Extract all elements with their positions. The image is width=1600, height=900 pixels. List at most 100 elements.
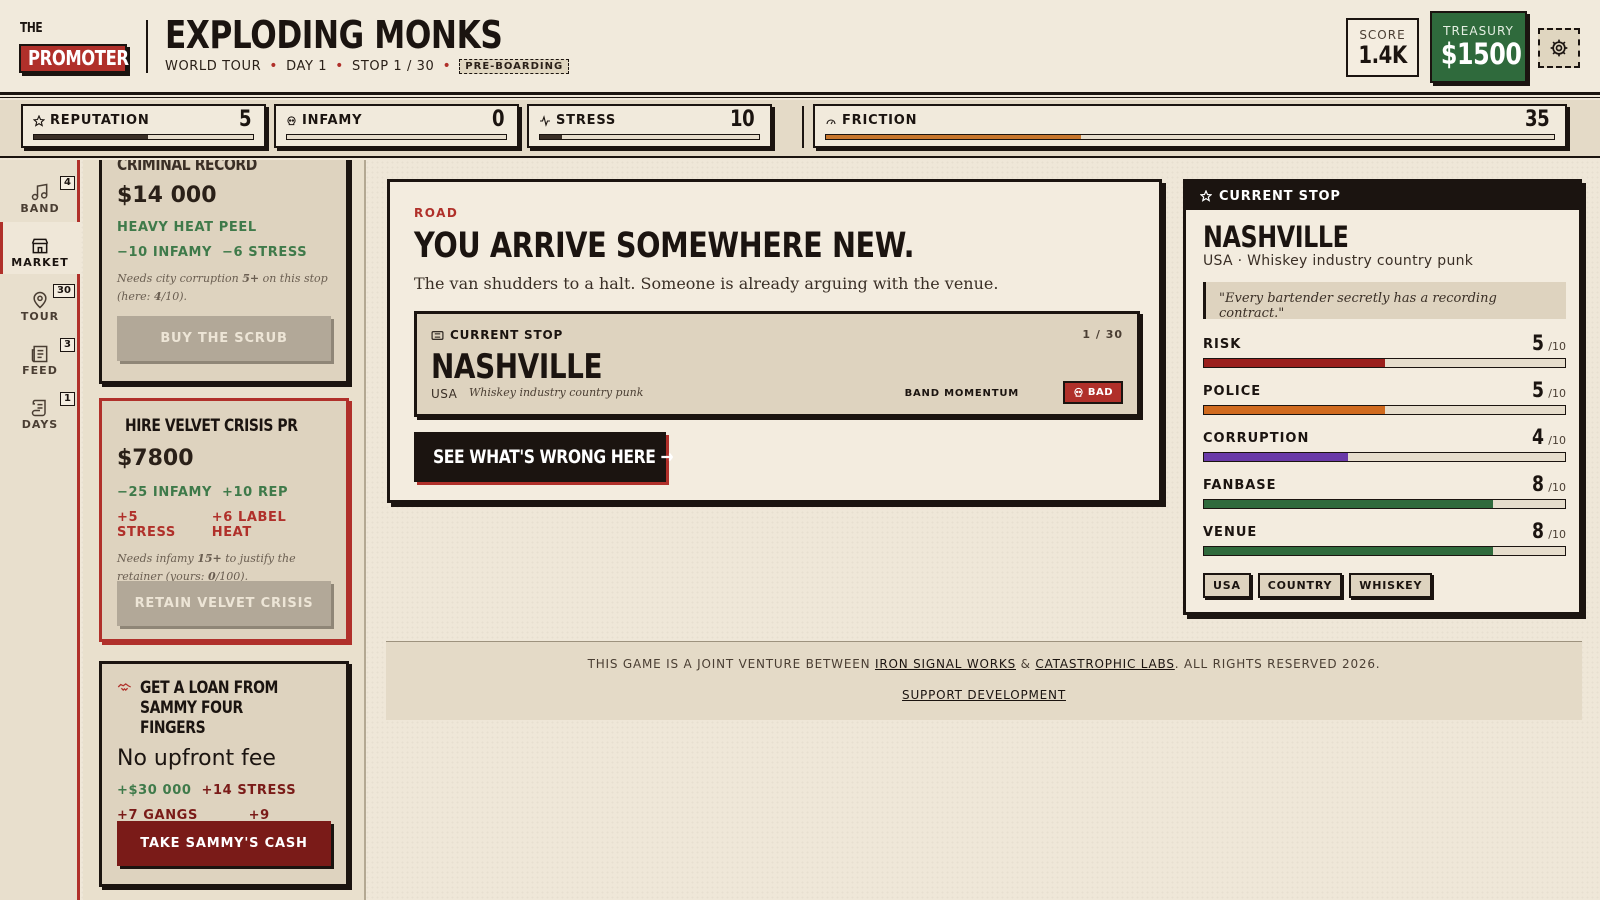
meter-fill <box>34 135 148 139</box>
meter-value: 35 <box>1525 107 1550 132</box>
side-nav: 4 BAND MARKET 30 TOUR 3 FEED 1 DAYS <box>0 160 80 900</box>
meters-bar: REPUTATION 5 INFAMY 0 STRESS 10 FRICTION… <box>0 100 1600 158</box>
card-title: GET A LOAN FROM SAMMY FOUR FINGERS <box>139 678 278 738</box>
city-quote: "Every bartender secretly has a recordin… <box>1203 282 1566 321</box>
stop-city: NASHVILLE <box>431 347 603 387</box>
iron-signal-works-link[interactable]: IRON SIGNAL WORKS <box>875 657 1016 671</box>
meter-fill <box>826 135 1081 139</box>
stat-fill <box>1204 359 1385 367</box>
market-card-criminal-record: CRIMINAL RECORD $14 000 HEAVY HEAT PEEL … <box>99 160 349 384</box>
effect-stress: +14 STRESS <box>201 783 297 798</box>
settings-button[interactable] <box>1538 28 1580 68</box>
stat-fill <box>1204 547 1493 555</box>
nav-days[interactable]: 1 DAYS <box>0 384 80 436</box>
catastrophic-labs-link[interactable]: CATASTROPHIC LABS <box>1035 657 1174 671</box>
event-description: The van shudders to a halt. Someone is a… <box>414 274 999 293</box>
panel-title: CURRENT STOP <box>1219 188 1341 204</box>
card-price: No upfront fee <box>117 746 276 771</box>
stat-name: VENUE <box>1203 525 1258 540</box>
momentum-value: BAD <box>1087 387 1114 398</box>
music-icon <box>31 183 48 201</box>
bullet-icon: • <box>269 58 279 74</box>
market-column: CRIMINAL RECORD $14 000 HEAVY HEAT PEEL … <box>83 160 366 900</box>
nav-label: BAND <box>20 202 60 215</box>
road-event-panel: ROAD YOU ARRIVE SOMEWHERE NEW. The van s… <box>387 179 1162 503</box>
current-stop-card: CURRENT STOP 1 / 30 NASHVILLE USA Whiske… <box>414 311 1140 417</box>
stop-country: USA <box>431 387 458 401</box>
treasury-value: $1500 <box>1440 37 1522 71</box>
bullet-icon: • <box>442 58 452 74</box>
score-box: SCORE 1.4K <box>1346 18 1419 77</box>
market-card-sammy-loan: GET A LOAN FROM SAMMY FOUR FINGERS No up… <box>99 661 349 887</box>
footer: THIS GAME IS A JOINT VENTURE BETWEEN IRO… <box>386 641 1582 720</box>
tag: USA <box>1203 573 1251 598</box>
card-title: CRIMINAL RECORD <box>117 160 257 175</box>
logo-badge: PROMOTER <box>19 44 129 73</box>
stat-name: RISK <box>1203 337 1242 352</box>
header-divider <box>146 20 148 73</box>
tag: COUNTRY <box>1257 573 1343 598</box>
card-effect: HEAVY HEAT PEEL <box>117 220 331 235</box>
effect-label-heat: +6 LABEL HEAT <box>211 510 287 540</box>
support-development-link[interactable]: SUPPORT DEVELOPMENT <box>902 688 1066 702</box>
nav-label: MARKET <box>11 256 69 269</box>
footer-text: & <box>1016 657 1036 671</box>
stop-count: 1 / 30 <box>1082 328 1123 341</box>
map-pin-icon <box>33 291 47 309</box>
score-value: 1.4K <box>1358 41 1407 69</box>
logo-promoter: PROMOTER <box>28 46 129 70</box>
tour-day: DAY 1 <box>286 58 328 74</box>
stat-max: /10 <box>1548 481 1566 494</box>
meter-value: 5 <box>239 107 252 132</box>
meter-value: 0 <box>492 107 505 132</box>
tour-label: WORLD TOUR <box>165 58 262 74</box>
card-effects: −25 INFAMY +10 REP <box>117 485 331 500</box>
card-title: HIRE VELVET CRISIS PR <box>125 416 298 436</box>
treasury-box: TREASURY $1500 <box>1430 11 1527 83</box>
star-icon <box>33 114 45 127</box>
nav-band[interactable]: 4 BAND <box>0 168 80 220</box>
stat-corruption: CORRUPTION 4/10 <box>1203 425 1566 462</box>
current-stop-panel: CURRENT STOP NASHVILLE USA · Whiskey ind… <box>1183 179 1582 615</box>
cta-label: SEE WHAT'S WRONG HERE → <box>433 446 674 468</box>
stat-track <box>1203 358 1566 368</box>
take-sammys-cash-button[interactable]: TAKE SAMMY'S CASH <box>117 821 331 866</box>
bullet-icon: • <box>335 58 344 74</box>
nav-tour[interactable]: 30 TOUR <box>0 276 80 328</box>
retain-velvet-crisis-button[interactable]: RETAIN VELVET CRISIS <box>117 581 331 626</box>
effect-cash: +$30 000 <box>117 783 192 798</box>
nav-market[interactable]: MARKET <box>0 222 80 274</box>
effect-rep: +10 REP <box>222 485 289 500</box>
event-headline: YOU ARRIVE SOMEWHERE NEW. <box>414 226 915 266</box>
market-card-velvet-crisis: HIRE VELVET CRISIS PR $7800 −25 INFAMY +1… <box>99 398 349 642</box>
handshake-icon <box>117 683 131 691</box>
card-effects: +$30 000 +14 STRESS <box>117 783 331 798</box>
see-whats-wrong-button[interactable]: SEE WHAT'S WRONG HERE → <box>414 432 674 482</box>
stat-track <box>1203 452 1566 462</box>
stat-value: 8 <box>1532 519 1544 543</box>
card-price: $14 000 <box>117 183 217 208</box>
star-icon <box>1200 190 1212 202</box>
footer-credits: THIS GAME IS A JOINT VENTURE BETWEEN IRO… <box>386 657 1582 671</box>
meter-reputation: REPUTATION 5 <box>21 104 266 148</box>
stat-value: 5 <box>1532 378 1544 402</box>
card-effects: +5 STRESS +6 LABEL HEAT <box>117 510 331 540</box>
logo-the: THE <box>20 21 43 36</box>
card-price: $7800 <box>117 446 194 471</box>
meter-value: 10 <box>730 107 755 132</box>
effect-stress: +5 STRESS <box>117 510 176 540</box>
stat-track <box>1203 546 1566 556</box>
effect-line: HEAVY HEAT PEEL <box>117 220 257 235</box>
nav-feed[interactable]: 3 FEED <box>0 330 80 382</box>
stat-venue: VENUE 8/10 <box>1203 519 1566 556</box>
stat-value: 8 <box>1532 472 1544 496</box>
meter-track <box>33 134 254 140</box>
meter-name: INFAMY <box>302 113 363 128</box>
buy-scrub-button[interactable]: BUY THE SCRUB <box>117 316 331 361</box>
stat-max: /10 <box>1548 528 1566 541</box>
footer-text: . ALL RIGHTS RESERVED 2026. <box>1174 657 1381 671</box>
stat-fill <box>1204 500 1493 508</box>
treasury-label: TREASURY <box>1443 24 1514 38</box>
effect-infamy: −25 INFAMY <box>117 485 213 500</box>
nav-label: DAYS <box>21 418 59 431</box>
